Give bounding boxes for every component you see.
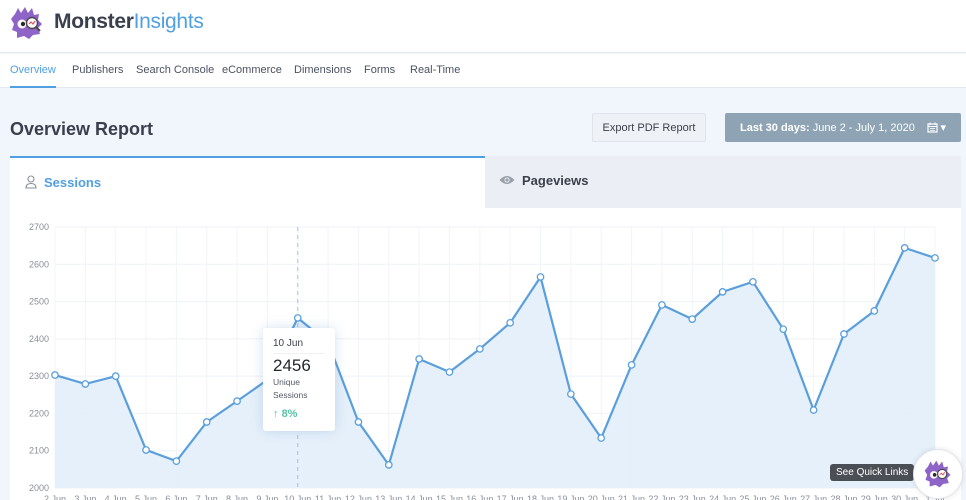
nav-tab-real-time[interactable]: Real-Time — [410, 64, 460, 88]
eye-icon — [499, 176, 515, 184]
date-picker-toggle[interactable]: ▾ — [927, 121, 946, 134]
report-nav: Overview Publishers Search Console eComm… — [0, 54, 966, 88]
tooltip-value: 2456 — [273, 356, 311, 375]
tooltip-change: ↑ 8% — [273, 408, 325, 420]
date-range-prefix: Last 30 days: — [740, 121, 810, 134]
page-title: Overview Report — [10, 119, 154, 139]
tab-pageviews-label: Pageviews — [522, 173, 589, 188]
brand-part-insights: Insights — [133, 10, 204, 33]
monster-mascot-icon — [924, 460, 951, 488]
tooltip-date: 10 Jun — [273, 338, 325, 354]
nav-tab-search-console[interactable]: Search Console — [136, 64, 214, 88]
date-range-value: June 2 - July 1, 2020 — [812, 121, 915, 134]
nav-tab-publishers[interactable]: Publishers — [72, 64, 123, 88]
tooltip-label-line1: Unique — [273, 377, 300, 387]
arrow-up-icon: ↑ — [273, 408, 279, 420]
calendar-icon — [927, 122, 939, 133]
nav-tab-overview[interactable]: Overview — [10, 64, 56, 88]
brand-name: MonsterInsights — [54, 10, 204, 34]
quick-links-label[interactable]: See Quick Links — [830, 464, 915, 481]
nav-tab-dimensions[interactable]: Dimensions — [294, 64, 351, 88]
user-icon — [25, 175, 37, 189]
tooltip-label-line2: Sessions — [273, 390, 308, 400]
quick-links-button[interactable] — [913, 449, 963, 499]
nav-tab-forms[interactable]: Forms — [364, 64, 395, 88]
nav-tab-ecommerce[interactable]: eCommerce — [222, 64, 282, 88]
brand-part-monster: Monster — [54, 10, 134, 33]
monster-logo-icon — [11, 7, 42, 39]
tab-sessions[interactable]: Sessions — [10, 156, 485, 208]
chart-tooltip: 10 Jun 2456 Unique Sessions ↑ 8% — [263, 328, 335, 431]
tab-pageviews[interactable]: Pageviews — [485, 156, 961, 208]
date-range-button[interactable]: Last 30 days: June 2 - July 1, 2020 ▾ — [725, 113, 961, 142]
tab-sessions-label: Sessions — [44, 175, 102, 190]
top-header: MonsterInsights — [0, 0, 966, 53]
tooltip-change-value: 8% — [281, 408, 298, 420]
export-pdf-button[interactable]: Export PDF Report — [592, 113, 706, 142]
chevron-down-icon: ▾ — [940, 122, 946, 134]
